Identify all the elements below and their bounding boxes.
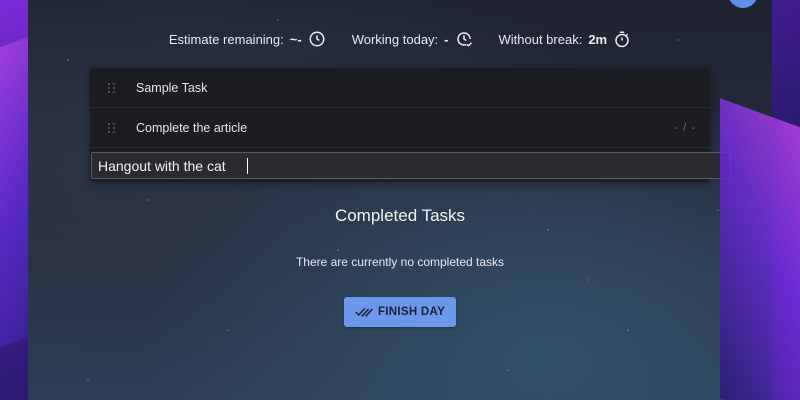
without-break-stat: Without break: 2m: [499, 30, 632, 48]
working-today-label: Working today:: [351, 31, 439, 47]
completed-tasks-heading: Completed Tasks: [334, 206, 466, 225]
finish-day-label: FINISH DAY: [377, 306, 446, 318]
without-break-label: Without break:: [498, 31, 583, 47]
estimate-remaining-stat: Estimate remaining: ~-: [169, 30, 326, 48]
task-row[interactable]: Sample Task: [90, 68, 710, 108]
desktop-background: Estimate remaining: ~- Working today: -: [0, 0, 800, 400]
working-today-stat: Working today: -: [352, 30, 473, 48]
app-window: Estimate remaining: ~- Working today: -: [28, 0, 772, 400]
drag-handle-icon[interactable]: [108, 122, 118, 133]
work-stats-bar: Estimate remaining: ~- Working today: -: [28, 30, 772, 48]
text-cursor: [247, 158, 248, 174]
clock-check-icon: [455, 30, 473, 48]
clock-icon: [308, 30, 326, 48]
task-title: Complete the article: [136, 120, 248, 135]
task-row[interactable]: Complete the article - / -: [90, 108, 710, 148]
avatar[interactable]: [728, 0, 758, 8]
estimate-remaining-value: ~-: [289, 31, 302, 47]
add-task-input[interactable]: [91, 152, 731, 179]
task-title: Sample Task: [136, 80, 208, 95]
working-today-value: -: [444, 31, 449, 47]
estimate-remaining-label: Estimate remaining:: [168, 31, 284, 47]
double-check-icon: [355, 306, 373, 318]
task-estimate: - / -: [674, 121, 696, 134]
stopwatch-icon: [613, 30, 631, 48]
without-break-value: 2m: [588, 31, 608, 47]
completed-empty-message: There are currently no completed tasks: [295, 255, 505, 269]
finish-day-button[interactable]: FINISH DAY: [344, 297, 456, 327]
starfield-background: [28, 0, 772, 400]
drag-handle-icon[interactable]: [108, 82, 118, 93]
